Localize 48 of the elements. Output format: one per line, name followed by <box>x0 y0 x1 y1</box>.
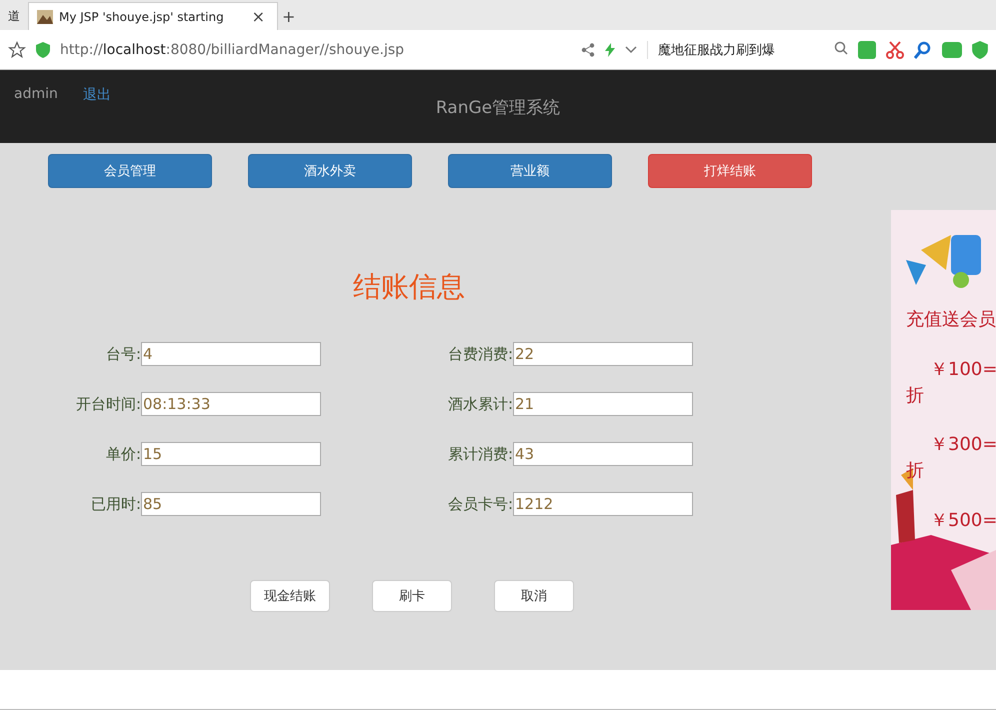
promo-text: 折 <box>906 386 925 406</box>
shield-icon[interactable] <box>972 40 988 58</box>
share-icon[interactable] <box>581 42 595 56</box>
chevron-icon[interactable] <box>625 46 637 54</box>
input-field[interactable]: 85 <box>141 492 321 516</box>
scissors-icon[interactable] <box>886 40 904 58</box>
browser-tab[interactable]: 道 <box>0 2 28 30</box>
input-field[interactable]: 4 <box>141 342 321 366</box>
nav-button[interactable]: 打烊结账 <box>648 154 812 188</box>
page-title: 结账信息 <box>353 269 465 305</box>
action-button[interactable]: 现金结账 <box>250 580 330 612</box>
input-field[interactable]: 21 <box>513 392 693 416</box>
nav-button[interactable]: 会员管理 <box>48 154 212 188</box>
action-button[interactable]: 刷卡 <box>372 580 452 612</box>
field-label: 已用时: <box>90 494 141 514</box>
promo-text: ￥500= <box>930 510 996 531</box>
promo-text: 折 <box>906 461 925 481</box>
browser-tab[interactable]: My JSP 'shouye.jsp' starting × <box>28 2 278 30</box>
field-label: 酒水累计: <box>446 394 513 414</box>
new-tab-button[interactable]: + <box>278 2 300 30</box>
input-field[interactable]: 22 <box>513 342 693 366</box>
input-field[interactable]: 1212 <box>513 492 693 516</box>
app-title: RanGe管理系统 <box>436 97 560 119</box>
logout-link[interactable]: 退出 <box>83 86 111 104</box>
promo-text: ￥100= <box>930 360 996 380</box>
lightning-icon[interactable] <box>605 42 615 56</box>
search-field[interactable]: 魔地征服战力刷到爆 <box>647 40 848 58</box>
field-label: 会员卡号: <box>446 494 513 514</box>
shield-icon <box>36 42 50 58</box>
magnifier-icon[interactable] <box>914 40 932 58</box>
field-label: 累计消费: <box>446 444 513 464</box>
star-icon[interactable] <box>8 40 26 58</box>
action-button[interactable]: 取消 <box>494 580 574 612</box>
username: admin <box>14 86 58 102</box>
nav-button[interactable]: 营业额 <box>448 154 612 188</box>
input-field[interactable]: 15 <box>141 442 321 466</box>
field-label: 台号: <box>104 344 141 364</box>
promo-text: 充值送会员 <box>906 310 996 330</box>
address-field[interactable]: http://localhost:8080/billiardManager//shouye.jsp <box>60 42 571 58</box>
search-icon[interactable] <box>834 40 848 54</box>
close-button[interactable]: × <box>248 7 269 26</box>
nav-button[interactable]: 酒水外卖 <box>248 154 412 188</box>
input-field[interactable]: 43 <box>513 442 693 466</box>
field-label: 台费消费: <box>446 344 513 364</box>
input-field[interactable]: 08:13:33 <box>141 392 321 416</box>
promo-text: ￥300= <box>930 435 996 456</box>
field-label: 单价: <box>104 444 141 464</box>
field-label: 开台时间: <box>74 394 141 414</box>
